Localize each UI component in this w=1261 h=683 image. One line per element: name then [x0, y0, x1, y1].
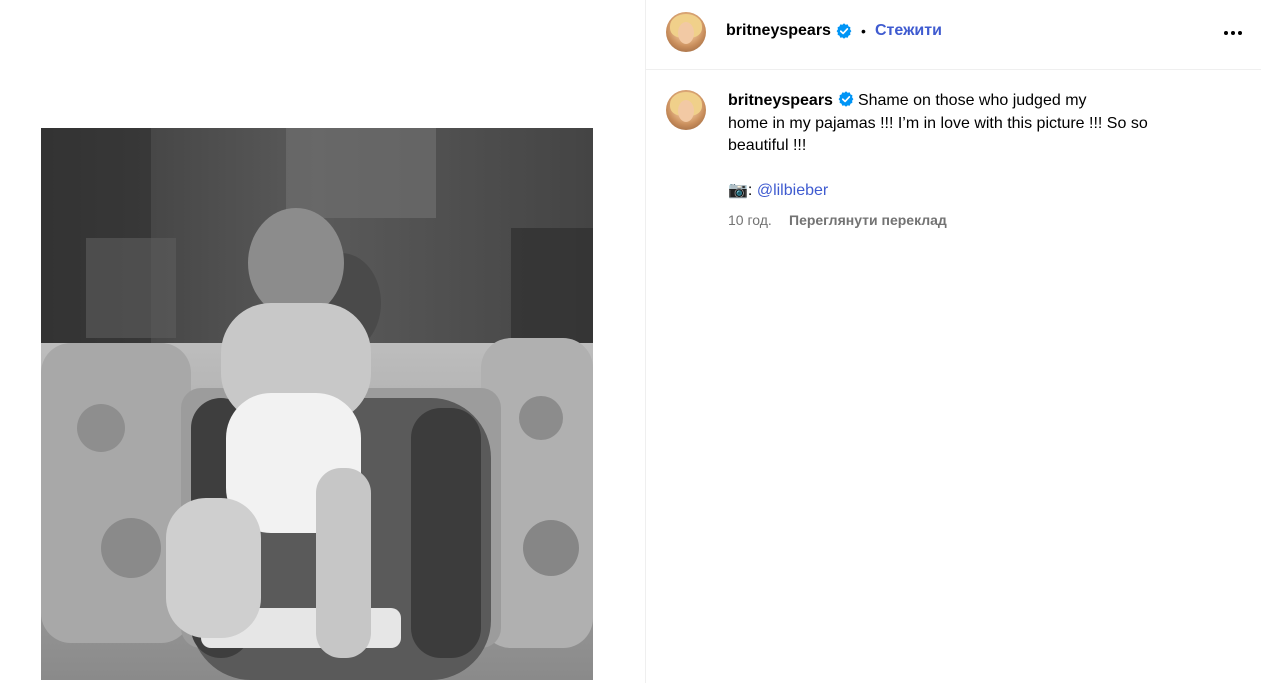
- caption-text: britneyspears Shame on those who judged m…: [728, 90, 1198, 158]
- author-avatar[interactable]: [666, 12, 706, 52]
- caption-line-1: Shame on those who judged my: [857, 92, 1087, 109]
- header-separator: •: [861, 23, 866, 39]
- caption-line-2: home in my pajamas !!! I’m in love with …: [728, 114, 1148, 132]
- caption-line-3: beautiful !!!: [728, 137, 807, 154]
- post-photo[interactable]: [41, 128, 593, 680]
- post-timestamp[interactable]: 10 год.: [728, 212, 772, 228]
- verified-badge-icon: [836, 23, 852, 39]
- post-sidebar: britneyspears • Стежити britneyspears Sha…: [646, 0, 1261, 683]
- more-options-icon[interactable]: [1224, 22, 1246, 38]
- see-translation-button[interactable]: Переглянути переклад: [789, 212, 947, 228]
- credit-colon: :: [747, 182, 753, 199]
- camera-icon: 📷: [728, 182, 748, 199]
- author-username[interactable]: britneyspears: [726, 22, 831, 40]
- caption-username[interactable]: britneyspears: [728, 92, 833, 109]
- verified-badge-icon: [838, 91, 854, 107]
- follow-button[interactable]: Стежити: [875, 22, 942, 40]
- media-pane: [0, 0, 645, 683]
- photo-credit-line: 📷: @lilbieber: [728, 180, 828, 202]
- caption-avatar[interactable]: [666, 90, 706, 130]
- mention-link[interactable]: @lilbieber: [757, 182, 828, 199]
- post-header: britneyspears • Стежити: [646, 0, 1261, 70]
- post-photo-graphic: [41, 128, 593, 680]
